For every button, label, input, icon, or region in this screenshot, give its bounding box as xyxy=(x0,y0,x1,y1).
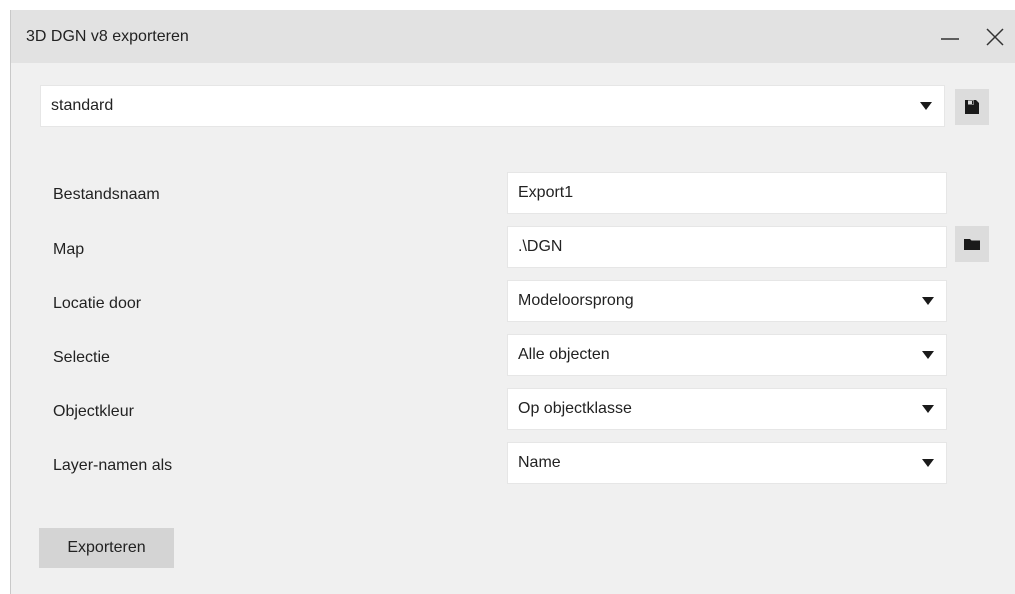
chevron-down-icon xyxy=(922,351,934,359)
object-color-label: Objectkleur xyxy=(53,403,134,420)
location-label: Locatie door xyxy=(53,295,142,312)
close-icon xyxy=(986,28,1004,46)
title-bar: 3D DGN v8 exporteren xyxy=(11,10,1015,63)
export-button[interactable]: Exporteren xyxy=(39,528,174,568)
selection-value: Alle objecten xyxy=(518,346,610,363)
chevron-down-icon xyxy=(922,459,934,467)
minimize-icon xyxy=(941,38,959,40)
chevron-down-icon xyxy=(922,405,934,413)
folder-input[interactable]: .\DGN xyxy=(507,226,947,268)
filename-label: Bestandsnaam xyxy=(53,186,160,203)
folder-icon xyxy=(964,239,980,250)
browse-folder-button[interactable] xyxy=(955,226,989,262)
window-title: 3D DGN v8 exporteren xyxy=(26,28,189,45)
location-value: Modeloorsprong xyxy=(518,292,634,309)
object-color-dropdown[interactable]: Op objectklasse xyxy=(507,388,947,430)
selection-dropdown[interactable]: Alle objecten xyxy=(507,334,947,376)
chevron-down-icon xyxy=(920,102,932,110)
filename-value: Export1 xyxy=(518,184,574,201)
export-dialog: 3D DGN v8 exporteren standard Bestandsna… xyxy=(10,10,1015,594)
folder-label: Map xyxy=(53,241,85,258)
floppy-disk-icon xyxy=(965,100,979,114)
object-color-value: Op objectklasse xyxy=(518,400,632,417)
preset-dropdown[interactable]: standard xyxy=(40,85,945,127)
filename-input[interactable]: Export1 xyxy=(507,172,947,214)
folder-value: .\DGN xyxy=(518,238,563,255)
minimize-button[interactable] xyxy=(933,20,969,54)
close-button[interactable] xyxy=(977,20,1013,54)
location-dropdown[interactable]: Modeloorsprong xyxy=(507,280,947,322)
layer-names-value: Name xyxy=(518,454,561,471)
chevron-down-icon xyxy=(922,297,934,305)
preset-value: standard xyxy=(51,97,114,114)
selection-label: Selectie xyxy=(53,349,110,366)
layer-names-dropdown[interactable]: Name xyxy=(507,442,947,484)
layer-names-label: Layer-namen als xyxy=(53,457,173,474)
save-preset-button[interactable] xyxy=(955,89,989,125)
